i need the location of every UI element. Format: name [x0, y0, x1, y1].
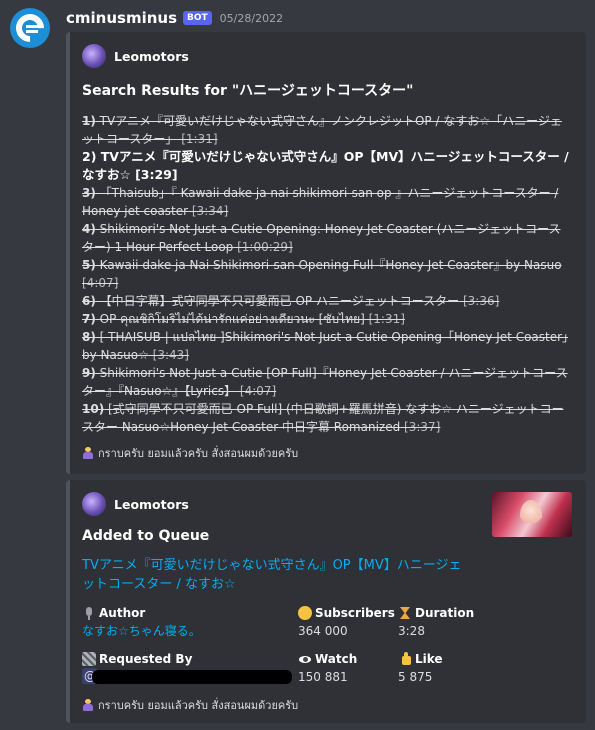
field-label: Author: [99, 606, 146, 620]
result-number: 9): [82, 366, 96, 380]
username[interactable]: cminusminus: [66, 9, 177, 27]
result-number: 4): [82, 222, 96, 236]
result-duration: [3:34]: [188, 204, 229, 218]
bot-avatar-icon[interactable]: [10, 8, 50, 48]
author-avatar-icon: [82, 44, 106, 68]
field-value: 364 000: [298, 624, 348, 638]
search-results-embed: Leomotors Search Results for "ハニージェットコース…: [66, 32, 586, 474]
search-result-item[interactable]: 1) TVアニメ『可愛いだけじゃない式守さん』ノンクレジットOP / なすお☆「…: [82, 112, 572, 148]
field-subscribers: Subscribers 364 000: [298, 604, 398, 640]
pray-icon: [82, 699, 94, 711]
embed-title: Search Results for "ハニージェットコースター": [82, 83, 414, 99]
result-number: 3): [82, 186, 96, 200]
result-duration: [1:00:29]: [233, 240, 293, 254]
result-title: TVアニメ『可愛いだけじゃない式守さん』ノンクレジットOP / なすお☆「ハニー…: [82, 114, 562, 146]
embed-footer-text: กราบครับ ยอมแล้วครับ สั่งสอนผมด้วยครับ: [98, 447, 299, 460]
embed-author-name: Leomotors: [114, 48, 189, 64]
thumbs-up-icon: [398, 652, 412, 666]
search-result-item[interactable]: 6) 【中日字幕】式守同學不只可愛而已 OP ハニージェットコースター [3:3…: [82, 292, 572, 310]
result-duration: [4:07]: [236, 384, 277, 398]
film-icon: [82, 652, 96, 666]
field-label: Duration: [415, 606, 475, 620]
result-duration: [3:37]: [400, 420, 441, 434]
field-author: Author なすお☆ちゃん寝る。: [82, 604, 298, 640]
hourglass-icon: [398, 606, 412, 620]
pray-icon: [82, 447, 94, 459]
field-value: 3:28: [398, 624, 425, 638]
search-result-item[interactable]: 7) OP คุณชิกิโมริไม่ได้น่ารักแค่อย่างเดี…: [82, 310, 572, 328]
message-timestamp: 05/28/2022: [219, 11, 284, 25]
result-title: 「Thaisub」『 Kawaii dake ja nai shikimori-…: [82, 186, 559, 218]
queue-embed: Leomotors Added to Queue TVアニメ『可愛いだけじゃない…: [66, 480, 586, 723]
user-mention[interactable]: @: [82, 668, 292, 684]
result-title: OP คุณชิกิโมริไม่ได้น่ารักแค่อย่างเดียวน…: [95, 312, 365, 326]
result-title: 【中日字幕】式守同學不只可愛而已 OP ハニージェットコースター: [95, 294, 460, 308]
result-duration: [4:07]: [82, 276, 119, 290]
search-result-item[interactable]: 3) 「Thaisub」『 Kawaii dake ja nai shikimo…: [82, 184, 572, 220]
search-result-item[interactable]: 2) TVアニメ『可愛いだけじゃない式守さん』OP【MV】ハニージェットコースタ…: [82, 148, 572, 184]
field-like: Like 5 875: [398, 650, 498, 686]
embed-author: Leomotors: [82, 44, 572, 68]
author-avatar-icon: [82, 492, 106, 516]
result-number: 6): [82, 294, 96, 308]
field-value: 150 881: [298, 670, 348, 684]
microphone-icon: [82, 606, 96, 620]
field-label: Like: [415, 652, 443, 666]
redaction-bar: [92, 670, 292, 684]
video-thumbnail[interactable]: [492, 492, 572, 537]
result-duration: [3:43]: [148, 348, 189, 362]
result-number: 8): [82, 330, 96, 344]
result-duration: [3:36]: [459, 294, 500, 308]
face-icon: [298, 606, 312, 620]
search-result-item[interactable]: 5) Kawaii dake ja Nai Shikimori-san Open…: [82, 256, 572, 292]
search-result-item[interactable]: 9) Shikimori's Not Just a Cutie [OP Full…: [82, 364, 572, 400]
search-result-item[interactable]: 10) [式守同學不只可愛而已 OP Full] (中日歌詞+羅馬拼音) なすお…: [82, 400, 572, 436]
field-duration: Duration 3:28: [398, 604, 498, 640]
result-number: 1): [82, 114, 96, 128]
eye-icon: [298, 652, 312, 666]
embed-footer: กราบครับ ยอมแล้วครับ สั่งสอนผมด้วยครับ: [82, 696, 572, 714]
result-duration: [1:31]: [177, 132, 218, 146]
result-title: [式守同學不只可愛而已 OP Full] (中日歌詞+羅馬拼音) なすお☆ ハニ…: [82, 402, 564, 434]
field-requested-by: Requested By @: [82, 650, 298, 686]
bot-badge: BOT: [183, 11, 212, 25]
result-duration: [1:31]: [364, 312, 405, 326]
result-duration: [3:29]: [130, 167, 178, 182]
result-title: Kawaii dake ja Nai Shikimori-san Opening…: [95, 258, 562, 272]
field-label: Watch: [315, 652, 358, 666]
field-label: Subscribers: [315, 606, 395, 620]
search-results-list: 1) TVアニメ『可愛いだけじゃない式守さん』ノンクレジットOP / なすお☆「…: [82, 112, 572, 436]
field-value: 5 875: [398, 670, 433, 684]
result-number: 7): [82, 312, 96, 326]
track-title-link[interactable]: TVアニメ『可愛いだけじゃない式守さん』OP【MV】ハニージェットコースター /…: [82, 556, 462, 594]
result-number: 2): [82, 149, 97, 164]
result-title: Shikimori's Not Just a Cutie Opening: Ho…: [82, 222, 561, 254]
result-number: 5): [82, 258, 96, 272]
embed-fields: Author なすお☆ちゃん寝る。 Subscribers 364 000 Du…: [82, 604, 572, 686]
message-header: cminusminus BOT 05/28/2022: [66, 8, 283, 28]
search-result-item[interactable]: 8) [ THAISUB | แปลไทย ]Shikimori's Not J…: [82, 328, 572, 364]
embed-footer-text: กราบครับ ยอมแล้วครับ สั่งสอนผมด้วยครับ: [98, 699, 299, 712]
search-result-item[interactable]: 4) Shikimori's Not Just a Cutie Opening:…: [82, 220, 572, 256]
result-number: 10): [82, 402, 105, 416]
field-watch: Watch 150 881: [298, 650, 398, 686]
result-title: Shikimori's Not Just a Cutie [OP Full]『H…: [82, 366, 568, 398]
embed-footer: กราบครับ ยอมแล้วครับ สั่งสอนผมด้วยครับ: [82, 444, 572, 462]
field-label: Requested By: [99, 652, 193, 666]
channel-link[interactable]: なすお☆ちゃん寝る。: [82, 622, 298, 640]
embed-author-name: Leomotors: [114, 496, 189, 512]
